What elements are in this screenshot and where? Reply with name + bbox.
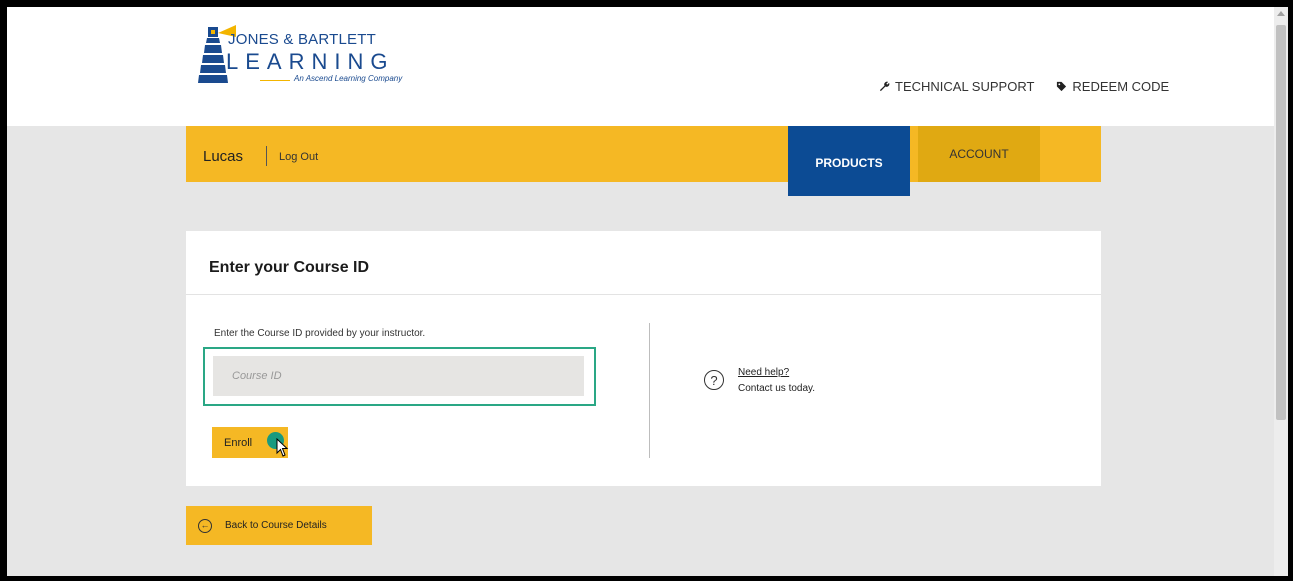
nav-divider xyxy=(266,146,267,166)
tagline-rule xyxy=(260,80,290,81)
course-id-card: Enter your Course ID Enter the Course ID… xyxy=(186,231,1101,486)
brand-logo[interactable]: JONES & BARTLETT LEARNING An Ascend Lear… xyxy=(196,23,436,111)
card-title: Enter your Course ID xyxy=(209,259,370,276)
technical-support-label: TECHNICAL SUPPORT xyxy=(895,79,1035,94)
user-name: Lucas xyxy=(203,148,244,165)
wrench-icon xyxy=(879,81,890,92)
mouse-cursor-icon xyxy=(276,438,289,457)
question-icon: ? xyxy=(704,370,724,390)
column-divider xyxy=(649,323,650,458)
course-id-focus-ring xyxy=(203,347,596,406)
contact-us-text: Contact us today. xyxy=(738,383,816,394)
back-button-label: Back to Course Details xyxy=(225,520,327,531)
scroll-thumb[interactable] xyxy=(1276,25,1286,420)
back-to-course-details-button[interactable]: ← Back to Course Details xyxy=(186,506,372,545)
logout-link[interactable]: Log Out xyxy=(279,151,318,163)
vertical-scrollbar[interactable] xyxy=(1274,7,1288,576)
card-divider xyxy=(186,294,1101,295)
site-header: JONES & BARTLETT LEARNING An Ascend Lear… xyxy=(7,7,1274,126)
tab-account[interactable]: ACCOUNT xyxy=(918,126,1040,182)
course-id-input[interactable] xyxy=(213,356,584,396)
browser-viewport: JONES & BARTLETT LEARNING An Ascend Lear… xyxy=(7,7,1274,576)
account-navbar: Lucas Log Out PRODUCTS ACCOUNT xyxy=(186,126,1101,196)
need-help-link[interactable]: Need help? xyxy=(738,367,789,378)
redeem-code-link[interactable]: REDEEM CODE xyxy=(1056,79,1169,94)
technical-support-link[interactable]: TECHNICAL SUPPORT xyxy=(879,79,1034,94)
header-links: TECHNICAL SUPPORT REDEEM CODE xyxy=(879,79,1169,94)
brand-tagline: An Ascend Learning Company xyxy=(294,74,403,83)
tab-products[interactable]: PRODUCTS xyxy=(788,126,910,196)
brand-line-2: LEARNING xyxy=(226,49,395,74)
enroll-label: Enroll xyxy=(224,436,253,449)
back-arrow-icon: ← xyxy=(198,518,212,533)
scroll-up-icon[interactable] xyxy=(1277,11,1285,16)
course-id-instruction: Enter the Course ID provided by your ins… xyxy=(214,328,426,339)
redeem-code-label: REDEEM CODE xyxy=(1072,79,1170,94)
tag-icon xyxy=(1057,81,1067,92)
brand-line-1: JONES & BARTLETT xyxy=(228,31,376,48)
